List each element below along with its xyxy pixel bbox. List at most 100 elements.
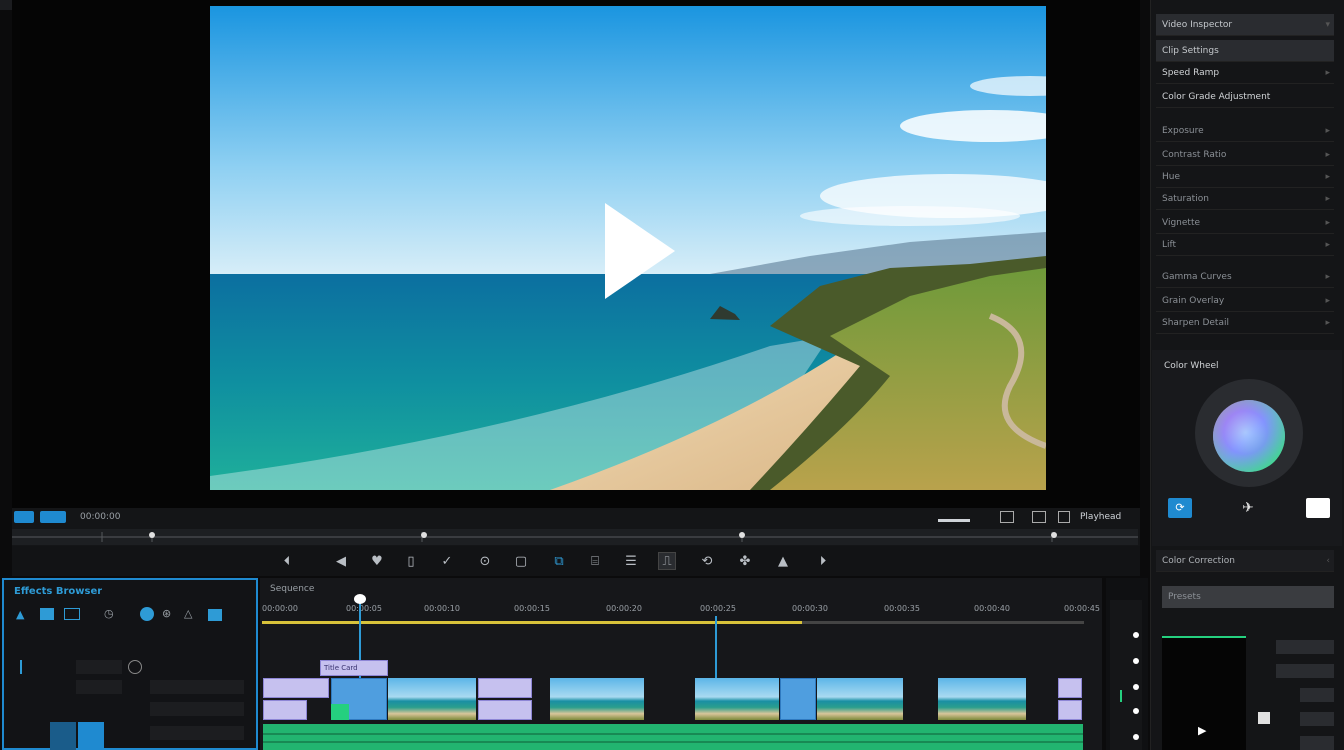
effect-thumb-selected[interactable] [78, 722, 104, 750]
inspector-row[interactable]: Vignette ▸ [1156, 212, 1334, 234]
scrub-bar[interactable] [12, 529, 1138, 545]
pin-icon[interactable]: ✈ [1238, 500, 1258, 518]
effect-field[interactable] [150, 680, 244, 694]
tool-check-icon[interactable]: ✓ [438, 552, 456, 570]
effect-field[interactable] [150, 726, 244, 740]
tool-blade-icon[interactable]: ▯ [402, 552, 420, 570]
effect-toggle[interactable] [128, 660, 142, 674]
timeline-clip[interactable] [695, 678, 779, 720]
meter-level [1120, 690, 1122, 702]
warning-icon[interactable]: △ [184, 607, 198, 621]
title-card-clip[interactable]: Title Card [320, 660, 388, 676]
inspector-row[interactable]: Sharpen Detail ▸ [1156, 312, 1334, 334]
view-toggle-button[interactable] [14, 511, 34, 523]
param-field[interactable] [1300, 688, 1334, 702]
param-field[interactable] [1300, 736, 1334, 750]
shape-icon[interactable]: ▲ [16, 608, 30, 621]
zoom-slider[interactable] [938, 519, 970, 522]
timeline-clip[interactable] [1058, 700, 1082, 720]
grid-view-icon[interactable] [64, 608, 80, 620]
color-wheel[interactable] [1194, 378, 1304, 488]
timeline-clip[interactable] [938, 678, 1026, 720]
timeline-clip[interactable] [478, 678, 532, 698]
tool-next-icon[interactable]: ⏵ [814, 552, 832, 570]
effect-field[interactable] [76, 680, 122, 694]
inspector-row[interactable]: Saturation ▸ [1156, 188, 1334, 210]
inspector-row[interactable]: Exposure ▸ [1156, 120, 1334, 142]
ruler-label: 00:00:20 [606, 604, 642, 613]
timeline-clip[interactable] [1058, 678, 1082, 698]
audio-waveform [263, 733, 1083, 743]
mini-play-icon[interactable]: ▶ [1198, 724, 1210, 738]
timeline-clip[interactable] [263, 678, 329, 698]
tool-transform-icon[interactable]: ⧉ [550, 552, 568, 570]
media-icon[interactable] [40, 608, 54, 620]
safe-area-icon[interactable] [1058, 511, 1070, 523]
tool-target-icon[interactable]: ⊙ [476, 552, 494, 570]
dual-view-button[interactable] [40, 511, 66, 523]
audio-track[interactable] [263, 724, 1083, 750]
ruler-label: 00:00:40 [974, 604, 1010, 613]
ruler-label: 00:00:30 [792, 604, 828, 613]
meter-dot [1133, 632, 1139, 638]
inspector-row[interactable]: Lift ▸ [1156, 234, 1334, 256]
timeline-clip[interactable] [388, 678, 476, 720]
timeline-clip[interactable] [817, 678, 903, 720]
ruler-label: 00:00:05 [346, 604, 382, 613]
tool-list-icon[interactable]: ☰ [622, 552, 640, 570]
ruler-track [802, 621, 1084, 624]
param-field[interactable] [1276, 664, 1334, 678]
loop-icon[interactable]: ⟳ [1168, 498, 1192, 518]
timeline-clip[interactable] [780, 678, 816, 720]
tool-select-icon[interactable]: ◀ [332, 552, 350, 570]
work-area-bar[interactable] [262, 621, 802, 624]
inspector-row[interactable]: Hue ▸ [1156, 166, 1334, 188]
marker-line [715, 616, 717, 678]
info-icon[interactable] [140, 607, 154, 621]
timeline-clip[interactable] [478, 700, 532, 720]
param-field[interactable] [1300, 712, 1334, 726]
meter-dot [1133, 708, 1139, 714]
meter-dot [1133, 658, 1139, 664]
inspector-row[interactable]: Video Inspector ▾ [1156, 14, 1334, 36]
checkbox[interactable] [1258, 712, 1270, 724]
tool-prev-icon[interactable]: ⏴ [278, 552, 296, 570]
inspector-row[interactable]: Gamma Curves ▸ [1156, 266, 1334, 288]
playhead-label: Playhead [1080, 512, 1122, 522]
edit-toolbar [12, 546, 1140, 576]
effect-field[interactable] [76, 660, 122, 674]
inspector-row[interactable]: Color Grade Adjustment [1156, 86, 1334, 108]
folder-icon[interactable] [208, 609, 222, 621]
clock-icon[interactable]: ◷ [104, 607, 118, 621]
tool-crop-icon[interactable]: ▢ [512, 552, 530, 570]
effects-panel-title: Effects Browser [14, 586, 103, 597]
inspector-row[interactable]: Contrast Ratio ▸ [1156, 144, 1334, 166]
playhead-handle[interactable] [354, 594, 366, 604]
ruler-label: 00:00:00 [262, 604, 298, 613]
tool-marker-icon[interactable]: ▲ [774, 552, 792, 570]
scrub-ticks [12, 532, 1138, 542]
fit-icon[interactable] [1000, 511, 1014, 523]
inspector-row[interactable]: Grain Overlay ▸ [1156, 290, 1334, 312]
param-field[interactable] [1276, 640, 1334, 654]
play-icon[interactable] [605, 203, 675, 299]
grid-icon[interactable] [1032, 511, 1046, 523]
tool-effect-icon[interactable]: ✤ [736, 552, 754, 570]
timeline-clip[interactable] [550, 678, 644, 720]
white-balance-button[interactable] [1306, 498, 1330, 518]
settings-icon[interactable]: ⊛ [162, 607, 176, 621]
inspector-row[interactable]: Speed Ramp ▸ [1156, 62, 1334, 84]
tool-trim-icon[interactable]: ⎍ [658, 552, 676, 570]
timeline-clip[interactable] [263, 700, 307, 720]
effect-thumb[interactable] [50, 722, 76, 750]
timeline-clip[interactable] [331, 704, 349, 720]
inspector-row[interactable]: Clip Settings [1156, 40, 1334, 62]
tool-mask-icon[interactable]: ⌸ [586, 552, 604, 570]
timeline-header: Sequence [270, 584, 315, 594]
color-correction-row[interactable]: Color Correction ‹ [1156, 550, 1334, 572]
effect-field[interactable] [150, 702, 244, 716]
ruler-label: 00:00:25 [700, 604, 736, 613]
presets-dropdown[interactable]: Presets [1162, 586, 1334, 608]
tool-loop-icon[interactable]: ⟲ [698, 552, 716, 570]
tool-favorite-icon[interactable]: ♥ [368, 552, 386, 570]
